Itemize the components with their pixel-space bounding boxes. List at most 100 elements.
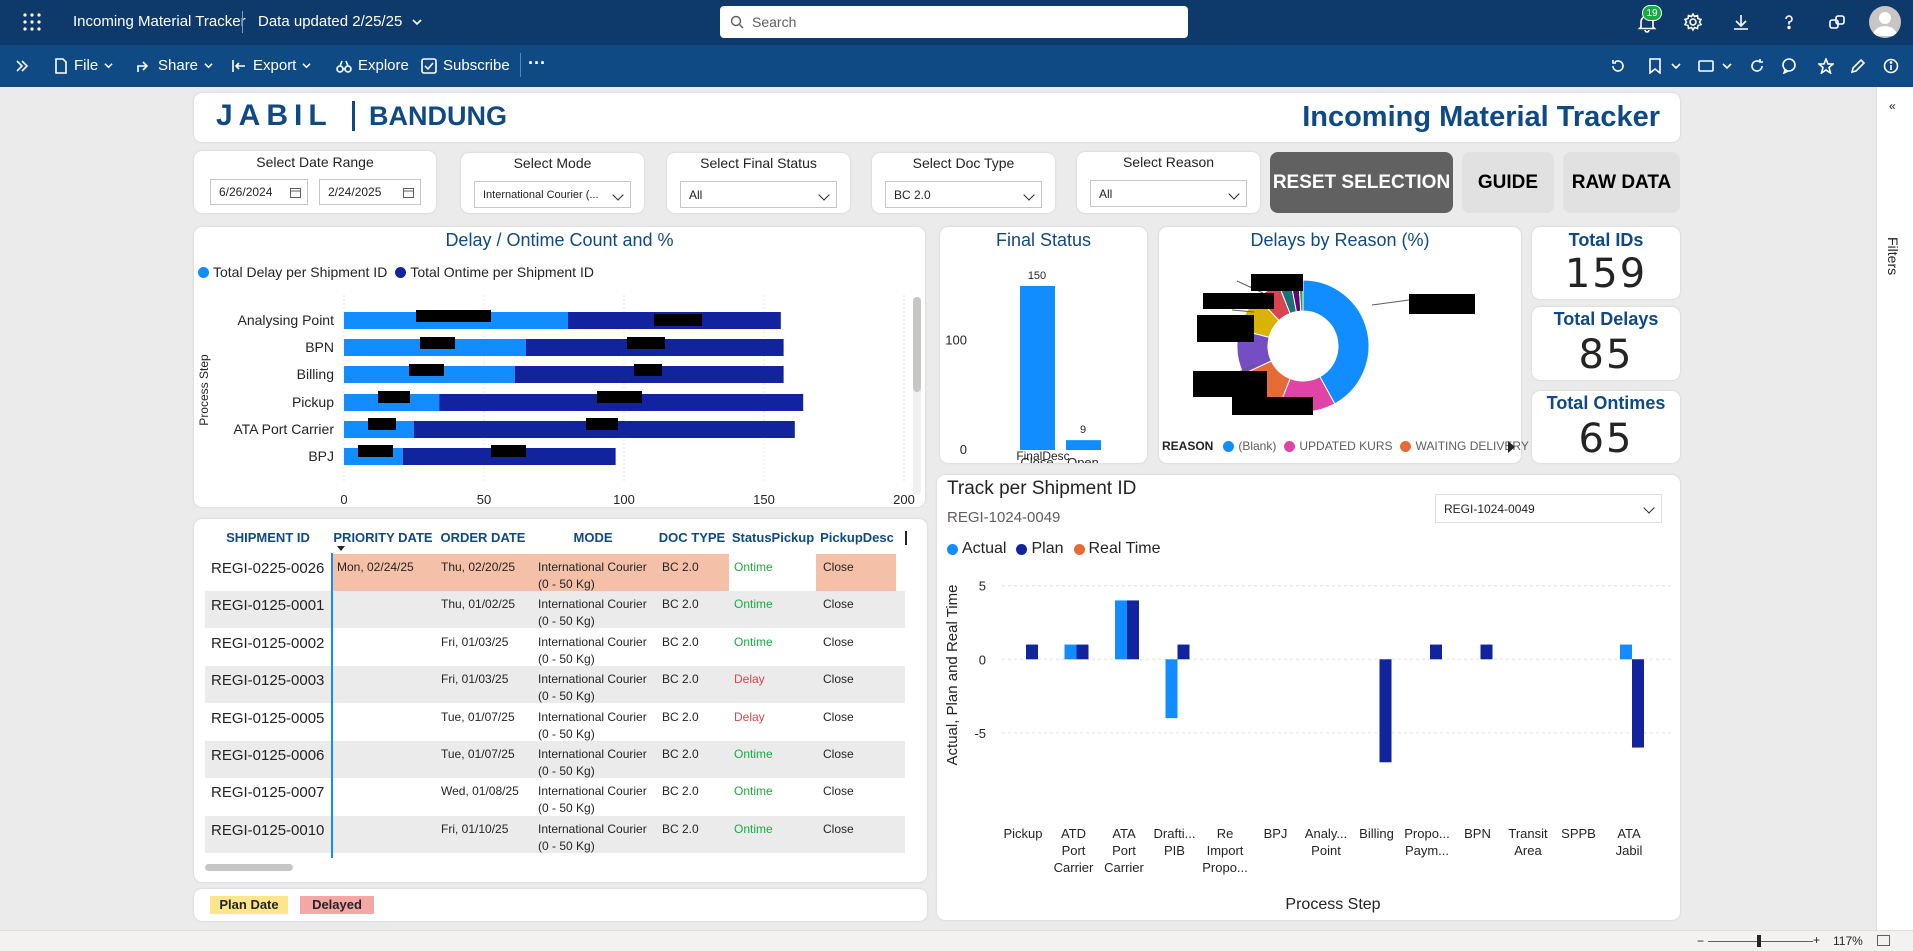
export-menu-button[interactable]: Export [231, 57, 311, 74]
status-pickup-cell: Ontime [734, 597, 773, 612]
share-menu-button[interactable]: Share [136, 57, 213, 74]
legend-swatch [1223, 440, 1235, 452]
actual-bar[interactable] [1064, 644, 1077, 660]
plan-bar[interactable] [1076, 644, 1089, 660]
slicer-title: Select Mode [513, 155, 592, 171]
reason-slicer: Select Reason All [1077, 152, 1260, 213]
search-input[interactable]: Search [720, 6, 1188, 38]
vertical-scrollbar[interactable] [913, 297, 921, 495]
help-icon[interactable] [1777, 10, 1801, 34]
reset-selection-button[interactable]: RESET SELECTION [1270, 152, 1453, 213]
plan-bar[interactable] [1127, 600, 1139, 660]
delays-by-reason-chart[interactable] [1159, 257, 1521, 437]
plan-bar[interactable] [1632, 659, 1644, 748]
collapse-filters-icon[interactable]: « [1889, 99, 1896, 113]
plan-bar[interactable] [1480, 644, 1493, 660]
delayed-legend: Delayed [300, 896, 374, 914]
share-link-icon[interactable] [1825, 10, 1849, 34]
calendar-icon[interactable] [290, 187, 301, 198]
guide-button[interactable]: GUIDE [1462, 152, 1554, 213]
info-icon[interactable] [1879, 54, 1903, 78]
zoom-in-button[interactable]: + [1813, 933, 1820, 947]
kpi-label: Total Ontimes [1546, 393, 1666, 413]
doc-type-cell: BC 2.0 [662, 560, 699, 574]
location-label: BANDUNG [369, 101, 507, 131]
download-icon[interactable] [1729, 10, 1753, 34]
horizontal-scrollbar[interactable] [205, 864, 293, 871]
gear-icon[interactable] [1681, 10, 1705, 34]
file-menu-button[interactable]: File [54, 57, 113, 74]
status-bar: − + 117% [0, 930, 1913, 951]
raw-data-button[interactable]: RAW DATA [1563, 152, 1680, 213]
mode-dropdown[interactable]: International Courier (... [474, 181, 631, 208]
filters-pane[interactable]: « Filters [1876, 87, 1913, 930]
plan-bar[interactable] [1177, 644, 1190, 660]
y-tick-label: Billing [297, 366, 334, 382]
mode-cell-weight: (0 - 50 Kg) [538, 801, 595, 816]
final-status-dropdown[interactable]: All [680, 181, 837, 208]
refresh-icon[interactable] [1745, 54, 1769, 78]
shipment-id-dropdown[interactable]: REGI-1024-0049 [1435, 494, 1662, 523]
legend-label: Real Time [1088, 540, 1161, 557]
data-updated-dropdown[interactable]: Data updated 2/25/25 [258, 13, 422, 30]
redacted-label [634, 364, 662, 376]
redacted-label [627, 337, 665, 349]
pickup-desc-cell: Close [823, 821, 854, 836]
column-resize-handle[interactable] [905, 531, 907, 545]
plan-bar[interactable] [1379, 659, 1392, 763]
final-status-bar[interactable] [1020, 285, 1055, 450]
zoom-slider-thumb[interactable] [1757, 935, 1761, 947]
fit-to-page-icon[interactable] [1877, 935, 1890, 946]
chevron-down-icon[interactable] [1664, 54, 1688, 78]
y-tick-label: 100 [945, 333, 967, 348]
delay-ontime-chart[interactable]: 0 50 100 150 200 Process Step Analysing Point B… [194, 287, 925, 507]
x-tick-label: 0 [340, 492, 347, 507]
final-status-panel: Final Status 0 100 150 Close 9 Open FinalDesc [940, 227, 1147, 463]
legend-swatch [947, 543, 958, 555]
avatar[interactable] [1869, 6, 1901, 38]
y-tick-label: 0 [960, 442, 967, 457]
plan-bar[interactable] [1430, 644, 1442, 660]
doc-type-cell: BC 2.0 [662, 821, 699, 836]
zoom-out-button[interactable]: − [1697, 934, 1704, 948]
favorite-icon[interactable] [1814, 54, 1838, 78]
final-status-chart[interactable]: 0100150Close9OpenFinalDesc [940, 257, 1147, 463]
doc-type-cell: BC 2.0 [662, 634, 699, 649]
subscribe-button[interactable]: Subscribe [421, 57, 510, 74]
doc-type-dropdown[interactable]: BC 2.0 [885, 181, 1042, 208]
column-header[interactable]: SHIPMENT ID [208, 530, 328, 545]
edit-icon[interactable] [1846, 54, 1870, 78]
calendar-icon[interactable] [403, 187, 414, 198]
plan-bar[interactable] [1026, 644, 1038, 660]
app-launcher-icon[interactable] [20, 10, 44, 34]
y-tick-label: Pickup [292, 394, 334, 410]
expand-nav-icon[interactable] [10, 54, 34, 78]
status-pickup-cell: Ontime [734, 634, 773, 649]
date-range-slicer: Select Date Range 6/26/2024 2/24/2025 [194, 151, 436, 213]
more-options-icon[interactable]: ··· [528, 53, 546, 74]
pickup-desc-cell: Close [823, 672, 854, 687]
final-status-bar[interactable] [1066, 440, 1101, 450]
legend-next-arrow-icon[interactable] [1508, 441, 1515, 453]
sort-descending-icon[interactable] [337, 546, 345, 551]
explore-button[interactable]: Explore [336, 57, 409, 74]
scrollbar-thumb[interactable] [913, 297, 921, 392]
divider [520, 53, 521, 77]
actual-bar[interactable] [1620, 644, 1632, 660]
actual-bar[interactable] [1165, 659, 1178, 719]
chevron-down-icon[interactable] [1715, 54, 1739, 78]
track-chart[interactable]: -5 0 5 Actual, Plan and Real Time Pickup ATD P… [937, 565, 1680, 920]
redacted-label [1203, 293, 1274, 309]
mode-value: International Courier (... [483, 188, 599, 201]
start-date-input[interactable]: 6/26/2024 [210, 179, 308, 205]
notification-badge: 19 [1642, 5, 1662, 21]
reset-icon[interactable] [1606, 54, 1630, 78]
share-icon [137, 60, 149, 72]
comment-icon[interactable] [1777, 54, 1801, 78]
chart-subtitle: REGI-1024-0049 [947, 509, 1061, 526]
actual-bar[interactable] [1115, 600, 1127, 660]
end-date-input[interactable]: 2/24/2025 [319, 179, 421, 205]
reason-dropdown[interactable]: All [1090, 180, 1247, 207]
column-header[interactable]: PickupDesc [797, 530, 917, 545]
column-header[interactable]: ORDER DATE [423, 530, 543, 545]
